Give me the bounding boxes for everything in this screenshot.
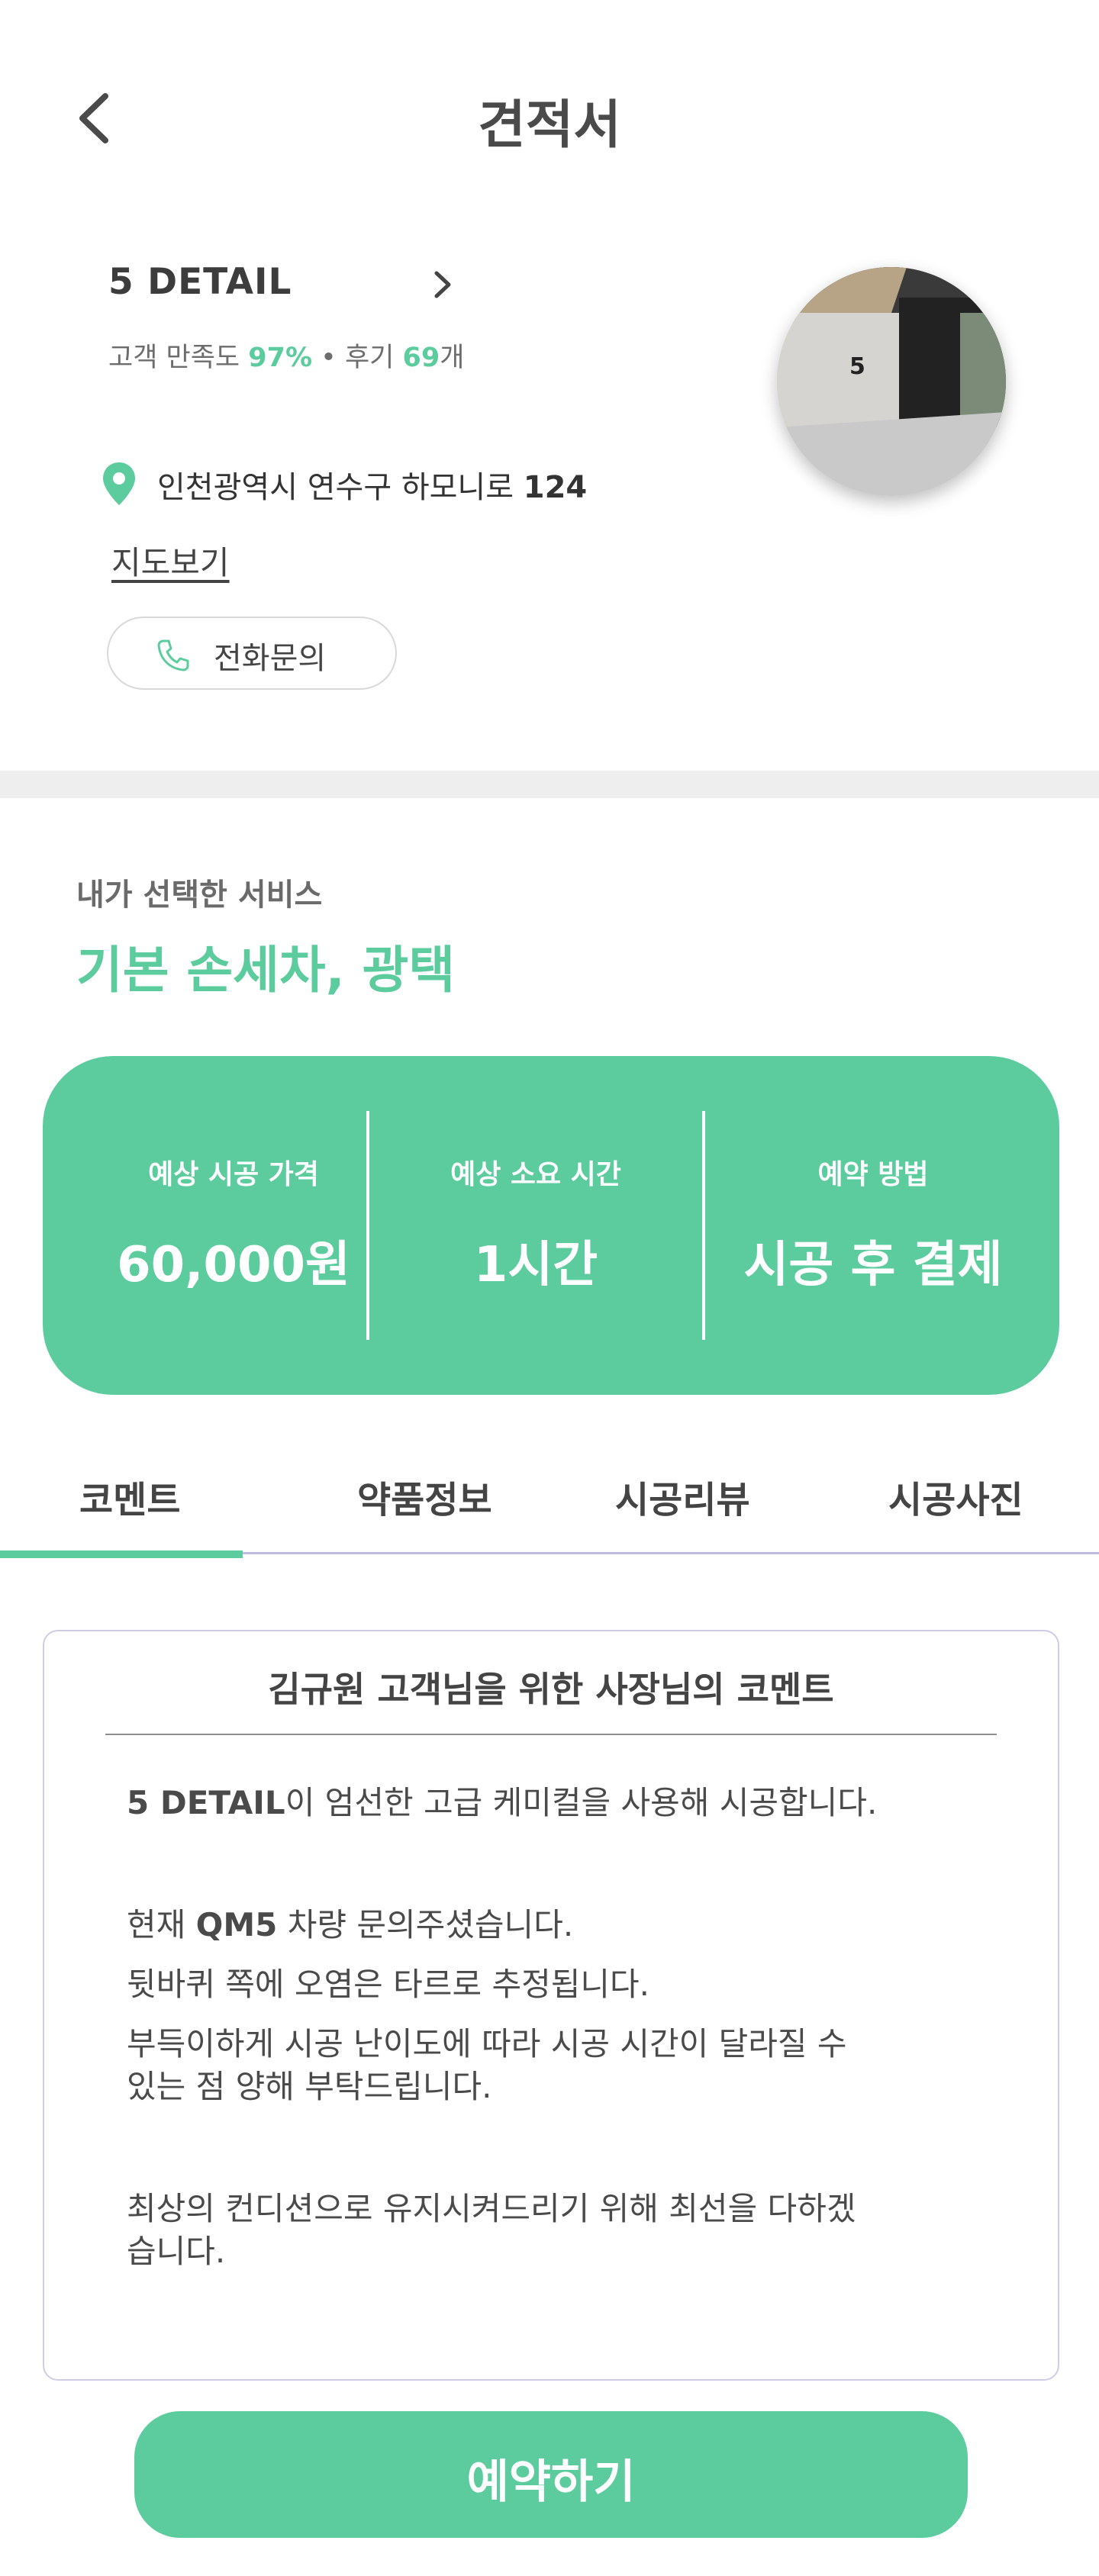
method-value: 시공 후 결제 [743, 1237, 1003, 1293]
review-label: • 후기 [312, 343, 403, 373]
map-pin-icon [101, 461, 137, 507]
selected-service-label: 내가 선택한 서비스 [76, 877, 323, 913]
shop-name[interactable]: 5 DETAIL [108, 261, 292, 303]
shop-address: 인천광역시 연수구 하모니로 124 [157, 462, 587, 507]
comment-divider [105, 1734, 997, 1735]
price-label: 예상 시공 가격 [148, 1159, 319, 1190]
svg-text:5: 5 [849, 353, 865, 380]
tab-reviews[interactable]: 시공리뷰 [615, 1470, 750, 1523]
comment-text: 차량 문의주셨습니다. [277, 1906, 574, 1943]
comment-line: 있는 점 양해 부탁드립니다. [127, 2068, 492, 2105]
address-text: 인천광역시 연수구 하모니로 [157, 470, 524, 505]
method-column: 예약 방법 시공 후 결제 [705, 1056, 1041, 1395]
time-label: 예상 소요 시간 [450, 1159, 621, 1190]
comment-line: 최상의 컨디션으로 유지시켜드리기 위해 최선을 다하겠 [127, 2190, 856, 2227]
comment-line: 부득이하게 시공 난이도에 따라 시공 시간이 달라질 수 [127, 2025, 847, 2062]
tab-chemical-info[interactable]: 약품정보 [357, 1470, 492, 1523]
comment-text: 이 엄선한 고급 케미컬을 사용해 시공합니다. [285, 1784, 878, 1821]
tab-photos[interactable]: 시공사진 [888, 1470, 1023, 1523]
comment-line: 뒷바퀴 쪽에 오염은 타르로 추정됩니다. [127, 1966, 649, 2003]
shop-detail-link[interactable] [427, 266, 458, 304]
comment-line: 현재 QM5 차량 문의주셨습니다. [127, 1903, 997, 1947]
review-unit: 개 [440, 343, 465, 373]
comment-line: 습니다. [127, 2233, 226, 2270]
view-map-link[interactable]: 지도보기 [111, 537, 230, 584]
shop-photo: 5 [777, 267, 1006, 496]
comment-line: 5 DETAIL이 엄선한 고급 케미컬을 사용해 시공합니다. [127, 1781, 997, 1825]
satisfaction-value: 97% [248, 343, 313, 373]
owner-comment-box: 김규원 고객님을 위한 사장님의 코멘트 5 DETAIL이 엄선한 고급 케미… [43, 1630, 1059, 2381]
tab-active-indicator [0, 1550, 243, 1558]
price-value: 60,000원 [117, 1237, 350, 1293]
time-value: 1시간 [473, 1237, 598, 1293]
price-column: 예상 시공 가격 60,000원 [73, 1056, 394, 1395]
selected-service-name: 기본 손세차, 광택 [76, 941, 456, 1000]
address-number: 124 [523, 470, 588, 505]
section-divider [0, 771, 1099, 798]
reserve-button[interactable]: 예약하기 [134, 2411, 968, 2538]
tab-comment[interactable]: 코멘트 [79, 1470, 180, 1523]
satisfaction-label: 고객 만족도 [108, 343, 249, 373]
estimate-summary-card: 예상 시공 가격 60,000원 예상 소요 시간 1시간 예약 방법 시공 후… [43, 1056, 1059, 1395]
reserve-button-label: 예약하기 [466, 2455, 636, 2509]
comment-title: 김규원 고객님을 위한 사장님의 코멘트 [268, 1669, 834, 1710]
review-count: 69 [402, 343, 440, 373]
page-title: 견적서 [478, 95, 621, 156]
chevron-right-icon [434, 271, 451, 298]
comment-shop-name: 5 DETAIL [127, 1784, 285, 1821]
comment-car-model: QM5 [195, 1906, 278, 1943]
phone-icon [157, 639, 189, 671]
phone-inquiry-button[interactable]: 전화문의 [107, 617, 397, 690]
shop-rating: 고객 만족도 97% • 후기 69개 [108, 336, 464, 375]
method-label: 예약 방법 [817, 1159, 929, 1190]
comment-text: 현재 [127, 1906, 196, 1943]
phone-button-label: 전화문의 [214, 641, 327, 676]
time-column: 예상 소요 시간 1시간 [369, 1056, 702, 1395]
detail-tabs: 코멘트 약품정보 시공리뷰 시공사진 [0, 1454, 1099, 1561]
